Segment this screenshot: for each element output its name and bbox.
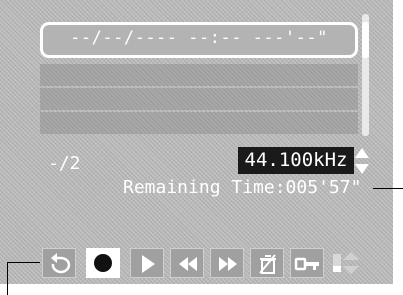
volume-icon xyxy=(333,252,359,274)
remaining-time: Remaining Time:005'57" xyxy=(123,177,362,198)
recorder-toolbar xyxy=(40,248,370,278)
selected-recording-row[interactable]: --/--/---- --:-- ---'--" xyxy=(40,22,358,58)
scrollbar-thumb[interactable] xyxy=(362,22,369,58)
recording-list-row[interactable] xyxy=(40,64,358,86)
fast-forward-button[interactable] xyxy=(210,248,244,278)
callout-line-left xyxy=(7,262,40,263)
rewind-button[interactable] xyxy=(170,248,204,278)
recording-list-row[interactable] xyxy=(40,88,358,110)
volume-button[interactable] xyxy=(330,248,362,278)
recording-timestamp: --/--/---- --:-- ---'--" xyxy=(70,28,328,48)
rewind-icon xyxy=(179,257,197,271)
callout-line-left-vertical xyxy=(7,262,8,295)
return-icon xyxy=(51,253,71,274)
record-icon xyxy=(94,254,112,272)
play-button[interactable] xyxy=(130,248,164,278)
protect-button[interactable] xyxy=(290,248,324,278)
page-counter: -/2 xyxy=(48,153,81,174)
callout-line-right xyxy=(373,188,403,189)
up-down-arrows-icon[interactable] xyxy=(354,146,370,176)
recording-list-row[interactable] xyxy=(40,112,358,134)
sample-rate-selector[interactable]: 44.100kHz xyxy=(238,147,354,174)
erase-icon xyxy=(259,254,276,274)
erase-button[interactable] xyxy=(250,248,284,278)
protect-key-icon xyxy=(294,257,319,271)
sound-recorder-screen: --/--/---- --:-- ---'--" -/2 44.100kHz R… xyxy=(0,0,393,284)
play-icon xyxy=(142,255,155,273)
record-button[interactable] xyxy=(86,248,120,278)
return-button[interactable] xyxy=(42,248,76,278)
fast-forward-icon xyxy=(219,257,237,271)
